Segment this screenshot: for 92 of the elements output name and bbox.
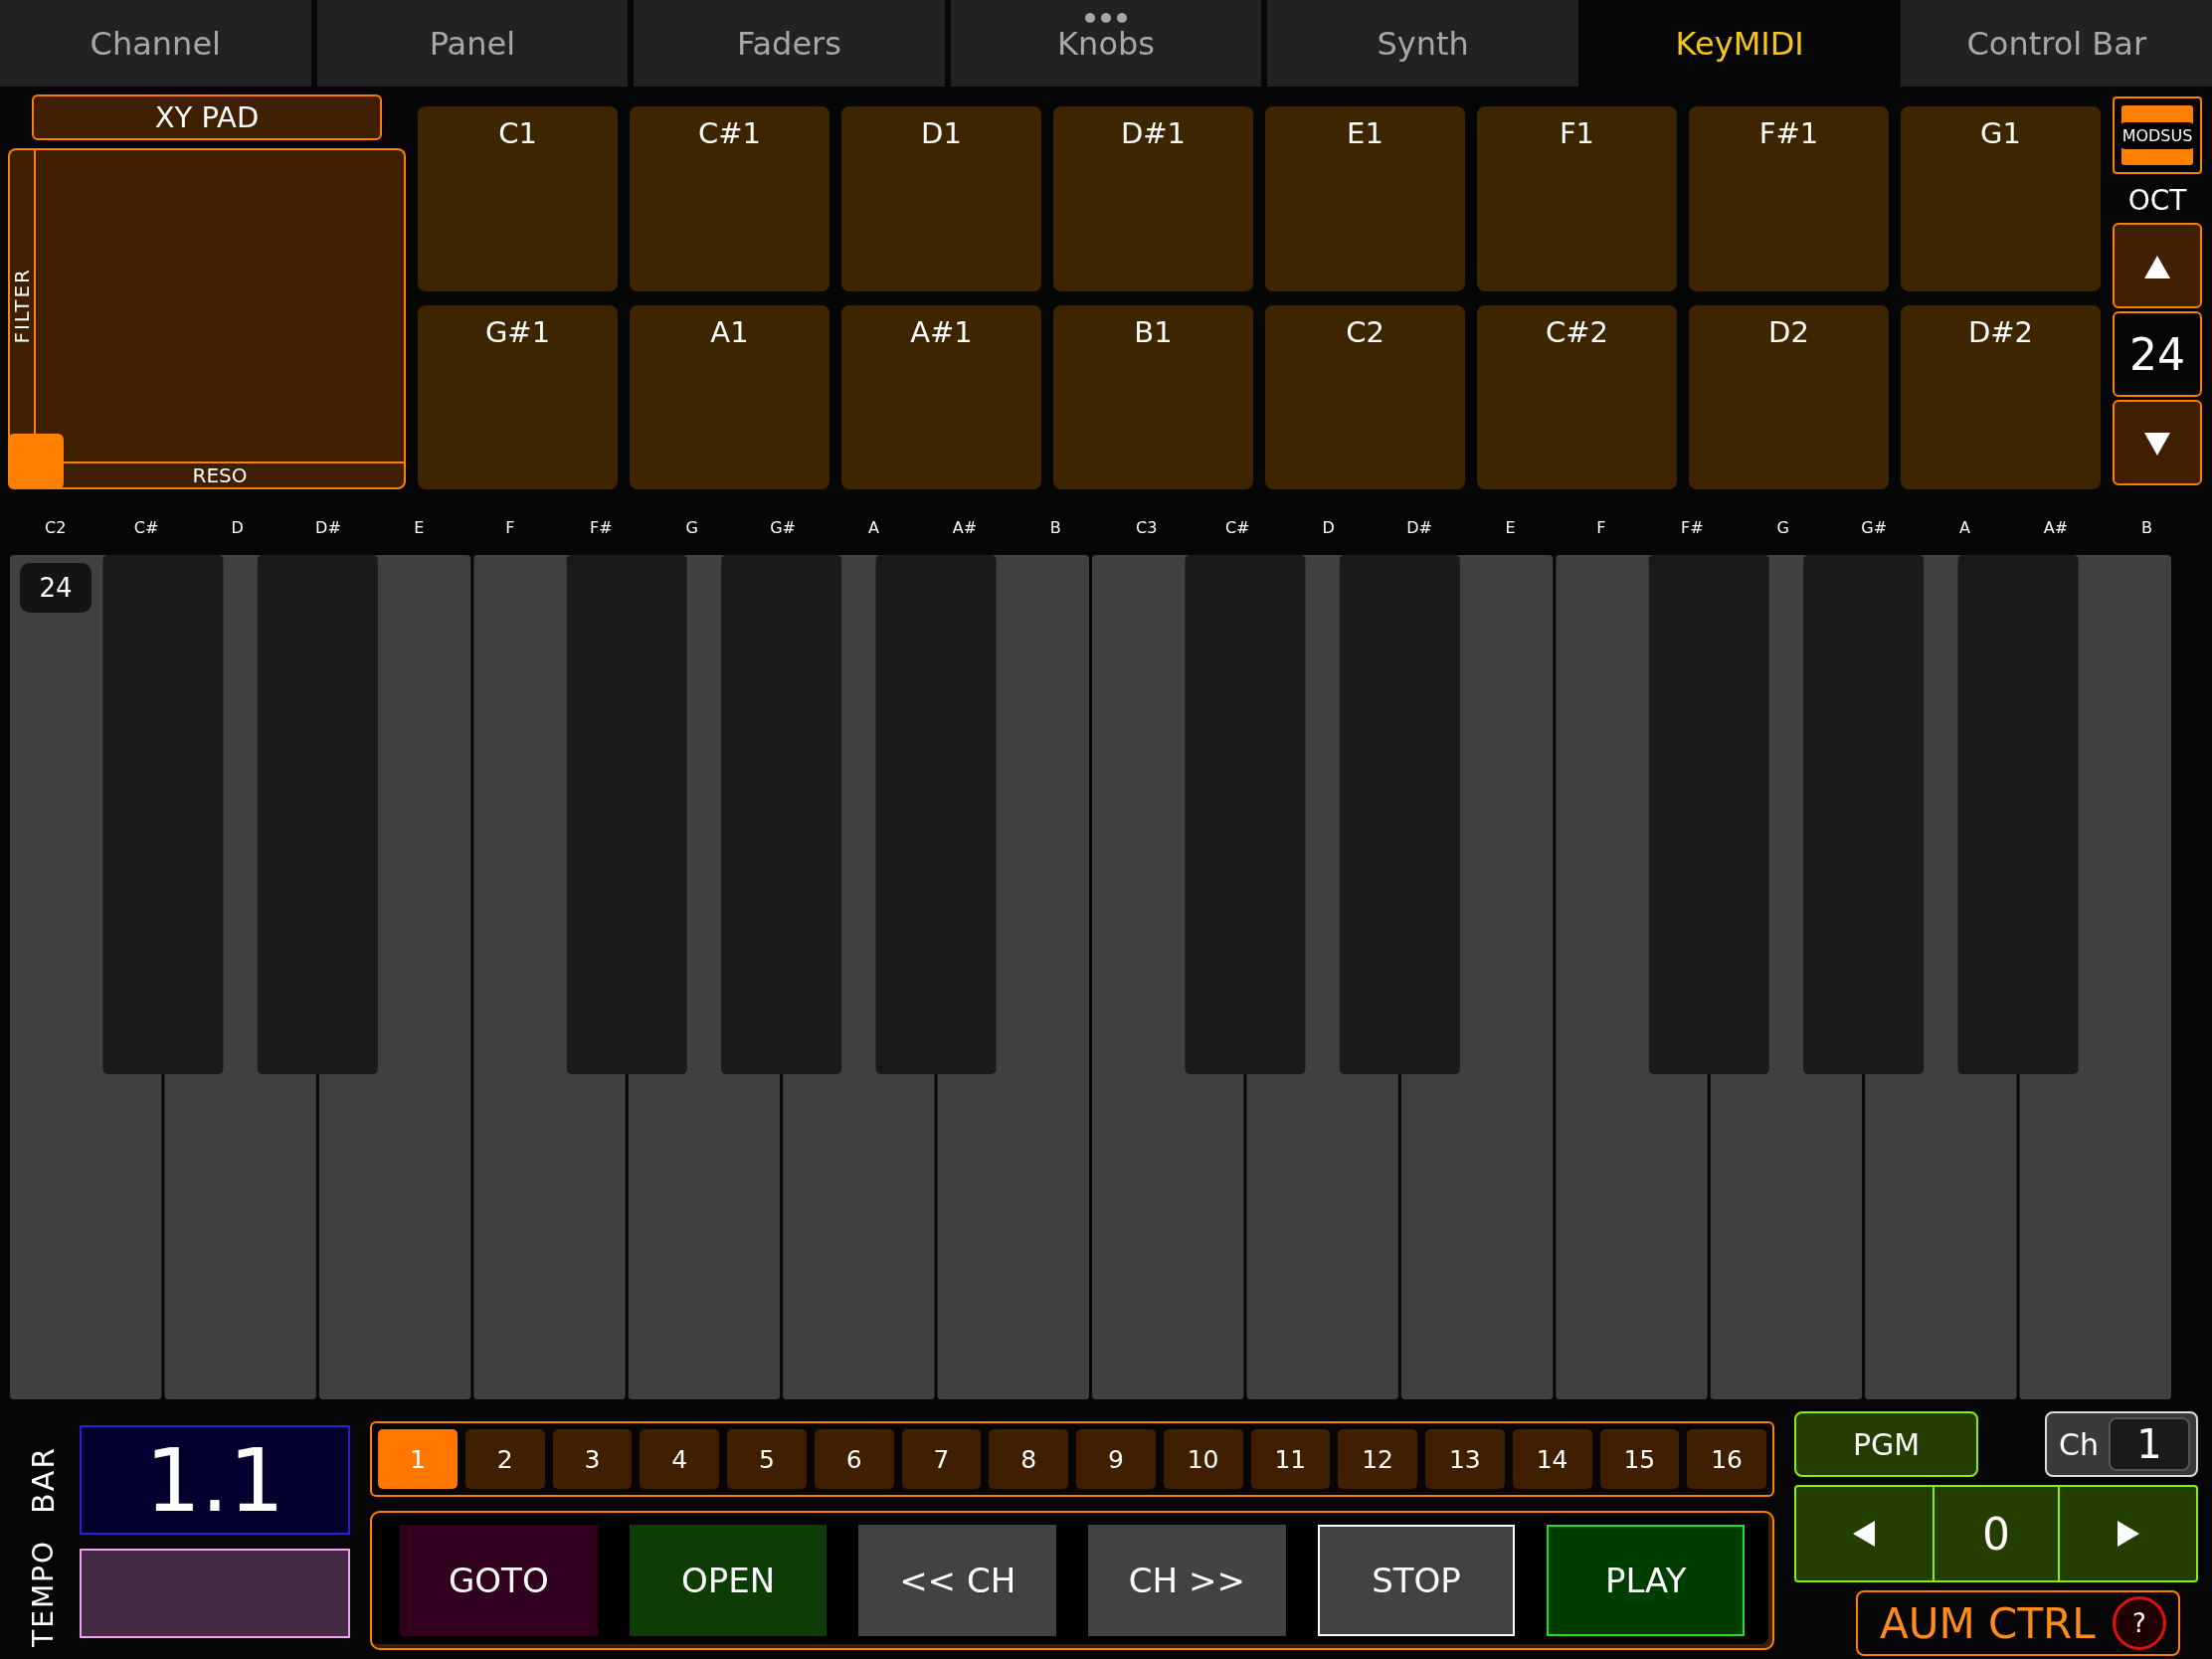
- note-label: D: [230, 517, 245, 537]
- note-pad[interactable]: G1: [1901, 106, 2101, 291]
- note-pad[interactable]: B1: [1053, 304, 1253, 489]
- octave-up-button[interactable]: [2113, 223, 2202, 308]
- note-pad[interactable]: D1: [841, 106, 1041, 291]
- note-label: G#: [769, 517, 797, 537]
- step-button[interactable]: 5: [727, 1429, 807, 1489]
- transport-button[interactable]: OPEN: [629, 1525, 828, 1636]
- note-label: B: [1048, 517, 1062, 537]
- note-label: C#: [132, 517, 160, 537]
- note-pad[interactable]: D#2: [1901, 304, 2101, 489]
- x-axis-label: RESO: [192, 463, 248, 487]
- note-pad[interactable]: F1: [1477, 106, 1677, 291]
- note-pad[interactable]: C2: [1265, 304, 1465, 489]
- octave-label: OCT: [2127, 184, 2187, 217]
- step-button[interactable]: 6: [814, 1429, 894, 1489]
- tempo-label: TEMPO: [26, 1540, 60, 1647]
- step-button[interactable]: 12: [1338, 1429, 1417, 1489]
- note-label: E: [1504, 517, 1517, 537]
- note-pad[interactable]: C1: [418, 106, 618, 291]
- octave-badge: 24: [20, 563, 92, 613]
- note-label: C3: [1135, 517, 1159, 537]
- step-button[interactable]: 16: [1687, 1429, 1766, 1489]
- step-button[interactable]: 2: [464, 1429, 545, 1489]
- note-label: A#: [951, 517, 979, 537]
- step-button[interactable]: 13: [1425, 1429, 1505, 1489]
- octave-down-button[interactable]: [2113, 400, 2202, 485]
- tab[interactable]: Faders: [634, 0, 945, 87]
- note-pad[interactable]: C#1: [630, 106, 830, 291]
- note-pad[interactable]: D#1: [1053, 106, 1253, 291]
- mod-sustain-button[interactable]: MODSUS: [2113, 96, 2202, 174]
- note-pad[interactable]: G#1: [418, 304, 618, 489]
- bar-label: BAR: [25, 1446, 61, 1514]
- aum-label: AUM CTRL: [1880, 1598, 2096, 1648]
- step-button[interactable]: 8: [989, 1429, 1068, 1489]
- note-label: B: [2139, 517, 2153, 537]
- note-pad[interactable]: A#1: [841, 304, 1041, 489]
- help-icon[interactable]: ?: [2113, 1596, 2166, 1650]
- note-label: D: [1321, 517, 1336, 537]
- note-label: F: [1595, 517, 1607, 537]
- aum-control-button[interactable]: AUM CTRL ?: [1856, 1590, 2180, 1656]
- tab[interactable]: Synth: [1267, 0, 1578, 87]
- y-axis-label: FILTER: [10, 268, 34, 344]
- note-label: F#: [588, 517, 614, 537]
- note-label: A: [1958, 517, 1972, 537]
- note-label: F#: [1680, 517, 1705, 537]
- program-button[interactable]: PGM: [1794, 1411, 1978, 1477]
- step-button[interactable]: 14: [1512, 1429, 1592, 1489]
- step-button[interactable]: 4: [640, 1429, 719, 1489]
- note-label: C#: [1223, 517, 1251, 537]
- note-label: A: [867, 517, 880, 537]
- transport-button[interactable]: PLAY: [1547, 1525, 1746, 1636]
- tab[interactable]: Knobs: [950, 0, 1262, 87]
- tab[interactable]: Control Bar: [1901, 0, 2212, 87]
- octave-value: 24: [2113, 311, 2202, 397]
- xy-handle[interactable]: [8, 434, 64, 489]
- transport-button[interactable]: CH >>: [1088, 1525, 1286, 1636]
- tab[interactable]: Channel: [0, 0, 311, 87]
- note-pad[interactable]: A1: [630, 304, 830, 489]
- more-dots-icon: [1084, 12, 1128, 24]
- xy-pad-title: XY PAD: [32, 94, 382, 140]
- xy-pad[interactable]: FILTER RESO: [8, 148, 406, 489]
- step-button[interactable]: 7: [901, 1429, 982, 1489]
- step-button[interactable]: 9: [1076, 1429, 1156, 1489]
- note-pad[interactable]: C#2: [1477, 304, 1677, 489]
- transport-button[interactable]: GOTO: [400, 1525, 598, 1636]
- step-button[interactable]: 15: [1599, 1429, 1680, 1489]
- channel-label: Ch: [2059, 1426, 2099, 1462]
- note-label: G: [1775, 517, 1790, 537]
- note-label: A#: [2042, 517, 2070, 537]
- note-label: G: [684, 517, 699, 537]
- note-pad[interactable]: D2: [1689, 304, 1889, 489]
- note-label: F: [504, 517, 516, 537]
- step-button[interactable]: 11: [1250, 1429, 1331, 1489]
- transport-button[interactable]: << CH: [858, 1525, 1056, 1636]
- right-triangle-icon: [2115, 1521, 2141, 1547]
- left-triangle-icon: [1851, 1521, 1878, 1547]
- note-label: C2: [44, 517, 68, 537]
- step-button[interactable]: 10: [1163, 1429, 1243, 1489]
- note-label: G#: [1860, 517, 1889, 537]
- tab[interactable]: Panel: [316, 0, 629, 87]
- channel-field[interactable]: 1: [2108, 1417, 2190, 1471]
- bar-display: 1.1: [80, 1425, 350, 1535]
- note-pad[interactable]: F#1: [1689, 106, 1889, 291]
- note-label: D#: [1405, 517, 1433, 537]
- note-label: D#: [314, 517, 342, 537]
- program-value: 0: [1932, 1487, 2061, 1580]
- transport-button[interactable]: STOP: [1317, 1525, 1516, 1636]
- step-button[interactable]: 3: [552, 1429, 633, 1489]
- note-label: E: [413, 517, 426, 537]
- note-pad[interactable]: E1: [1265, 106, 1465, 291]
- down-triangle-icon: [2144, 430, 2170, 456]
